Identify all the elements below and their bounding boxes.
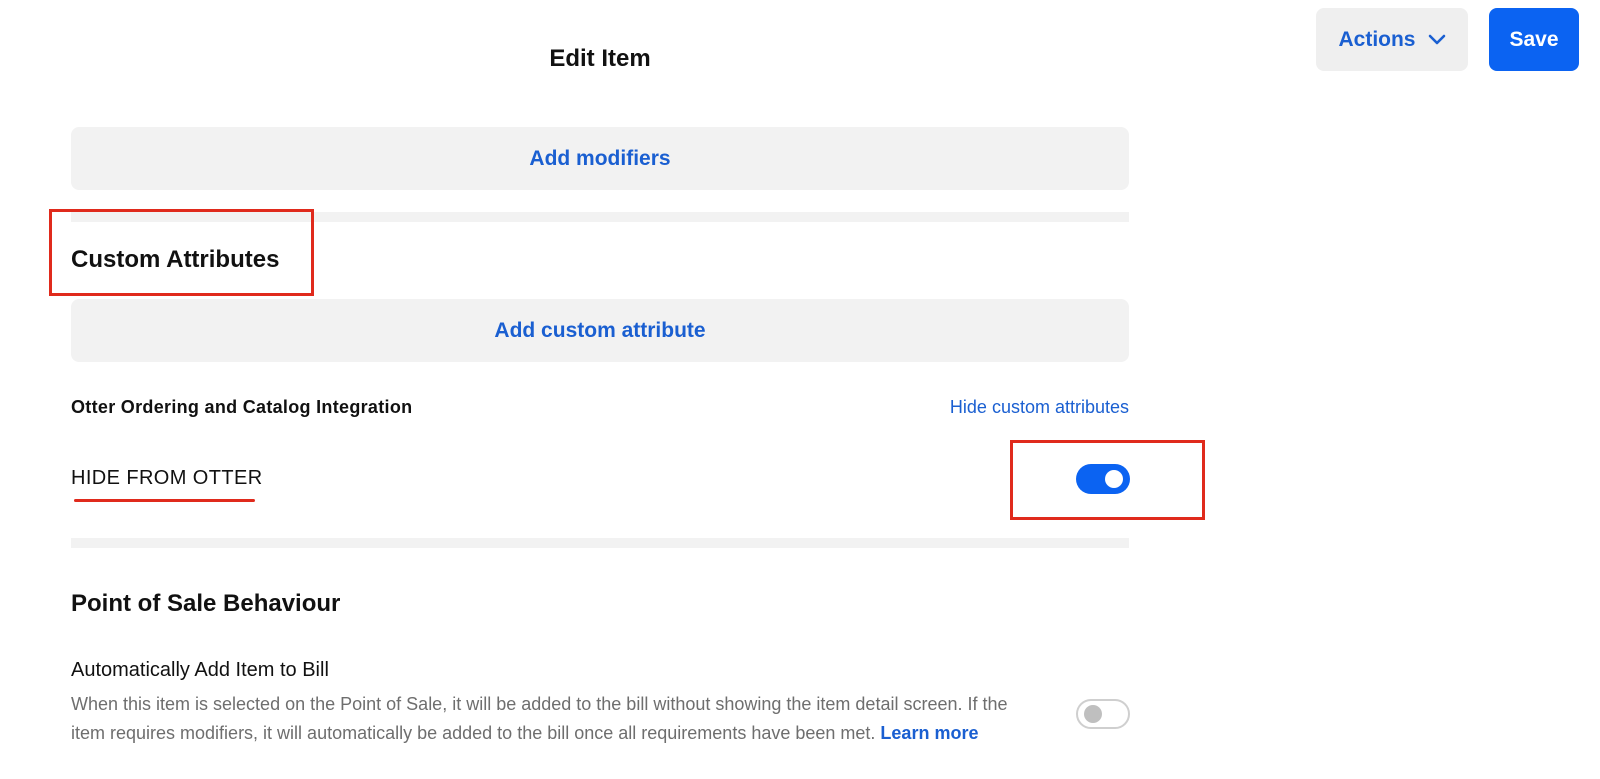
setting-description-text: When this item is selected on the Point …: [71, 694, 1008, 743]
learn-more-link[interactable]: Learn more: [880, 723, 978, 743]
hide-custom-attributes-link[interactable]: Hide custom attributes: [950, 397, 1129, 418]
toggle-knob: [1084, 705, 1102, 723]
chevron-down-icon: [1428, 34, 1445, 44]
add-modifiers-button[interactable]: Add modifiers: [71, 127, 1129, 190]
toggle-knob: [1105, 470, 1123, 488]
page-title: Edit Item: [549, 45, 651, 72]
section-divider: [71, 538, 1129, 548]
custom-attributes-heading: Custom Attributes: [71, 246, 280, 273]
actions-button-label: Actions: [1338, 27, 1416, 51]
auto-add-setting-description: When this item is selected on the Point …: [71, 690, 1031, 748]
auto-add-toggle[interactable]: [1076, 699, 1130, 729]
annotation-underline: [74, 499, 255, 502]
pos-behaviour-heading: Point of Sale Behaviour: [71, 590, 341, 617]
auto-add-setting-title: Automatically Add Item to Bill: [71, 659, 329, 681]
save-button[interactable]: Save: [1489, 8, 1579, 71]
integration-group-label: Otter Ordering and Catalog Integration: [71, 397, 413, 417]
hide-from-otter-toggle[interactable]: [1076, 464, 1130, 494]
add-custom-attribute-button[interactable]: Add custom attribute: [71, 299, 1129, 362]
hide-from-otter-label: HIDE FROM OTTER: [71, 467, 263, 489]
actions-button[interactable]: Actions: [1316, 8, 1468, 71]
